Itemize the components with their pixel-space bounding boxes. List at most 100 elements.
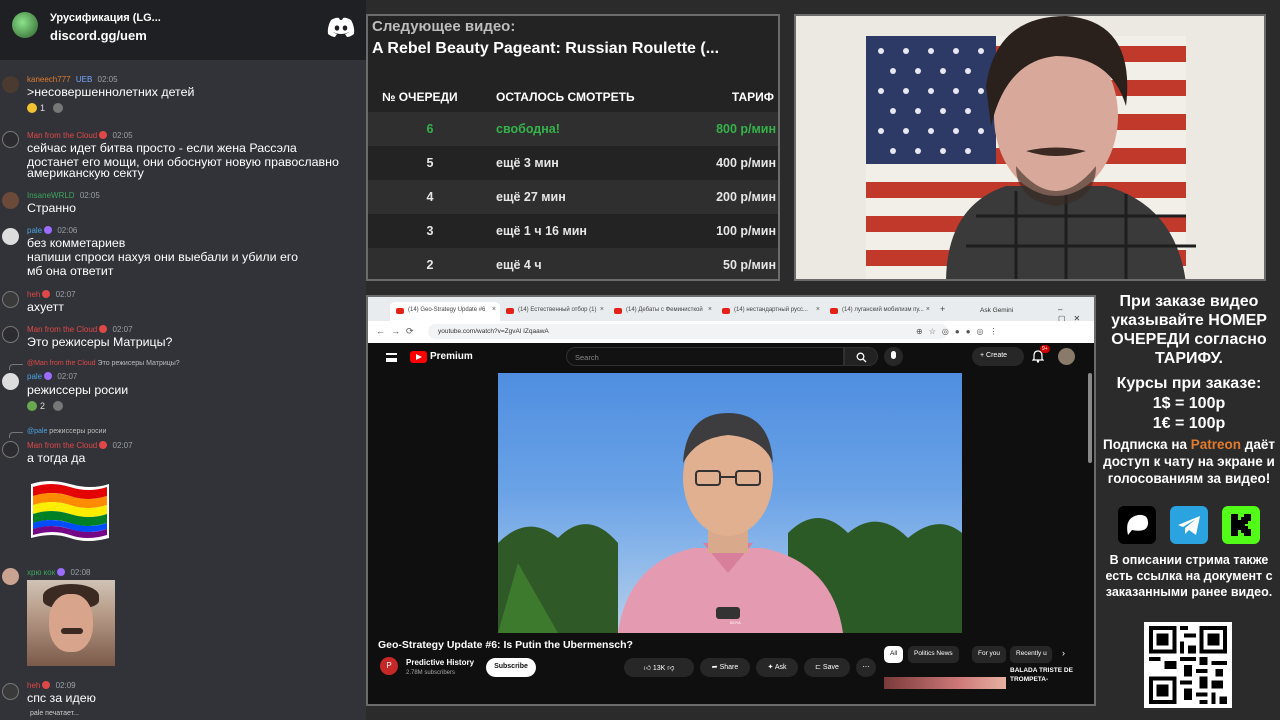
sparkle-icon: ✦ xyxy=(767,664,775,671)
emoji-icon xyxy=(27,401,37,411)
chip-recently-uploaded[interactable]: Recently u xyxy=(1010,646,1052,663)
close-icon[interactable]: × xyxy=(816,306,820,313)
timestamp: 02:05 xyxy=(97,75,118,84)
message-meta: Man from the Cloud 02:07 xyxy=(27,441,133,450)
chip-all[interactable]: All xyxy=(884,646,904,663)
extension-icons[interactable]: ⊕☆◎●●◎⋮ xyxy=(916,327,1004,336)
user-avatar xyxy=(2,291,19,308)
search-button[interactable] xyxy=(844,347,878,366)
reply-preview[interactable]: @Man from the Cloud Это режисеры Матрицы… xyxy=(27,360,180,367)
youtube-logo-icon[interactable] xyxy=(410,351,427,363)
create-button[interactable]: + Create xyxy=(972,347,1024,366)
next-video-label: Следующее видео: xyxy=(372,18,516,35)
order-instructions: При заказе видео указывайте НОМЕР ОЧЕРЕД… xyxy=(1111,293,1267,367)
account-avatar[interactable] xyxy=(1058,348,1075,365)
username[interactable]: pale xyxy=(27,372,42,381)
thumbs-down-icon: 👎︎ xyxy=(665,665,675,672)
close-icon[interactable]: × xyxy=(600,306,604,313)
voice-search-button[interactable] xyxy=(884,347,903,366)
username[interactable]: heh xyxy=(27,290,40,299)
user-avatar xyxy=(2,568,19,585)
patreon-icon[interactable] xyxy=(1118,506,1156,544)
timestamp: 02:09 xyxy=(55,681,76,690)
browser-tab[interactable]: (14) Дебаты с Феминисткой × xyxy=(608,302,716,321)
recommendation-title[interactable]: BALADA TRISTE DE TROMPETA- xyxy=(1010,666,1090,684)
share-button[interactable]: ➦ Share xyxy=(700,658,750,677)
role-badge-icon xyxy=(99,325,108,333)
channel-name[interactable]: Predictive History xyxy=(406,658,474,667)
menu-icon[interactable] xyxy=(386,353,397,362)
search-input[interactable]: Search xyxy=(566,347,844,366)
like-button[interactable]: 👍︎ 13K 👎︎ xyxy=(624,658,694,677)
navigation-buttons[interactable]: ←→⟳ xyxy=(376,326,420,337)
telegram-icon[interactable] xyxy=(1170,506,1208,544)
reaction[interactable]: 2 xyxy=(27,401,64,411)
browser-tab[interactable]: (14) Geo-Strategy Update #6 × xyxy=(390,302,500,321)
tab-label: (14) Дебаты с Феминисткой xyxy=(626,307,703,313)
close-icon[interactable]: × xyxy=(708,306,712,313)
subscribe-button[interactable]: Subscribe xyxy=(486,658,536,677)
rate-eur: 1€ = 100р xyxy=(1152,415,1226,432)
username[interactable]: heh xyxy=(27,681,40,690)
server-name: Урусификация (LG... xyxy=(50,12,161,24)
username[interactable]: kaneech777 xyxy=(27,75,71,84)
tab-label: (14) нестандартный русс... xyxy=(734,307,808,313)
share-label: Share xyxy=(719,664,739,671)
create-label: Create xyxy=(986,352,1008,359)
ask-button[interactable]: ✦ Ask xyxy=(756,658,798,677)
user-avatar xyxy=(2,683,19,700)
page-scrollbar[interactable] xyxy=(1088,373,1092,463)
browser-tab[interactable]: (14) Естественный отбор (1) × xyxy=(500,302,608,321)
browser-tab[interactable]: (14) луганский мобилизм пу... × xyxy=(824,302,934,321)
youtube-icon xyxy=(506,308,514,314)
queue-number: 6 xyxy=(426,122,434,136)
timestamp: 02:07 xyxy=(57,372,78,381)
chat-header: Урусификация (LG... discord.gg/uem xyxy=(0,0,366,60)
reply-preview[interactable]: @pale режиссеры росии xyxy=(27,428,106,435)
ask-gemini-button[interactable]: Ask Gemini xyxy=(980,307,1013,314)
username[interactable]: InsaneWRLD xyxy=(27,191,75,200)
chip-for-you[interactable]: For you xyxy=(972,646,1007,663)
more-actions-button[interactable]: ⋯ xyxy=(856,658,876,677)
typing-indicator: pale печатает... xyxy=(30,710,79,717)
kick-icon[interactable] xyxy=(1222,506,1260,544)
username[interactable]: Man from the Cloud xyxy=(27,441,97,450)
reply-target: @pale xyxy=(27,428,48,435)
queue-row: 4 ещё 27 мин 200 р/мин xyxy=(368,180,778,214)
server-avatar xyxy=(12,12,38,38)
message-meta: kaneech777 UEB 02:05 xyxy=(27,75,118,84)
reply-connector xyxy=(9,432,23,438)
video-player[interactable]: BOYA xyxy=(368,373,1094,633)
close-icon[interactable]: × xyxy=(926,306,930,313)
new-tab-icon[interactable]: + xyxy=(940,304,945,314)
discord-chat-panel: Урусификация (LG... discord.gg/uem kanee… xyxy=(0,0,366,720)
role-badge-icon xyxy=(99,441,108,449)
close-icon[interactable]: × xyxy=(492,306,496,313)
message-meta: heh 02:07 xyxy=(27,290,76,299)
chip-politics-news[interactable]: Politics News xyxy=(908,646,959,663)
message-text: спс за идею xyxy=(27,691,96,705)
username[interactable]: Man from the Cloud xyxy=(27,131,97,140)
username[interactable]: pale xyxy=(27,226,42,235)
tab-label: (14) Естественный отбор (1) xyxy=(518,307,597,313)
patreon-link[interactable]: Patreon xyxy=(1191,437,1241,452)
qr-code[interactable] xyxy=(1144,622,1232,708)
server-invite-link[interactable]: discord.gg/uem xyxy=(50,28,147,43)
reply-text: Это режисеры Матрицы? xyxy=(97,360,180,367)
stream-layout: Урусификация (LG... discord.gg/uem kanee… xyxy=(0,0,1280,720)
username[interactable]: Man from the Cloud xyxy=(27,325,97,334)
username[interactable]: хрю кок xyxy=(27,568,55,577)
chevron-right-icon[interactable]: › xyxy=(1062,648,1065,658)
add-reaction-icon[interactable] xyxy=(53,103,64,113)
channel-avatar[interactable]: P xyxy=(380,657,398,675)
youtube-icon xyxy=(614,308,622,314)
user-badge: UEB xyxy=(75,75,93,84)
attached-image[interactable] xyxy=(27,580,115,666)
browser-tab[interactable]: (14) нестандартный русс... × xyxy=(716,302,824,321)
save-button[interactable]: ⊏ Save xyxy=(804,658,850,677)
recommendation-thumbnail[interactable] xyxy=(884,677,1006,689)
message-text: без комметариев xyxy=(27,236,126,250)
add-reaction-icon[interactable] xyxy=(53,401,64,411)
reaction[interactable]: 1 xyxy=(27,103,64,113)
url-field[interactable]: youtube.com/watch?v=ZgvAl IZqaawA xyxy=(428,324,948,339)
